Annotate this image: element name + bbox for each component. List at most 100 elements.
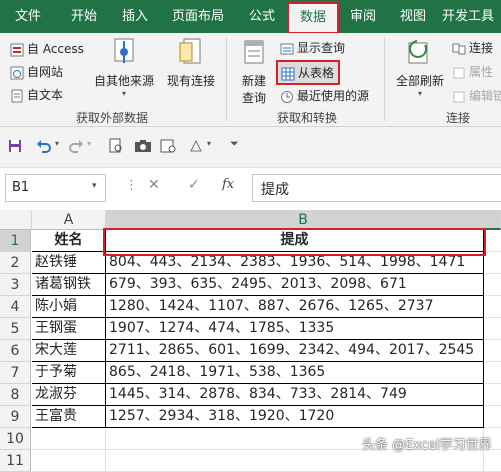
header-cell-name[interactable]: 姓名 [32,230,106,252]
cell-name[interactable]: 龙淑芬 [32,384,106,406]
row-header[interactable]: 9 [0,406,31,428]
from-text-button[interactable]: 自文本 [10,86,63,103]
cell-commission[interactable]: 1280、1424、1107、887、2676、1265、2737 [106,296,484,318]
row-header[interactable]: 11 [0,450,31,472]
tab-developer[interactable]: 开发工具 [442,0,501,33]
from-access-button[interactable]: 自 Access [10,40,84,57]
ribbon-tab-bar: 文件 开始 插入 页面布局 公式 数据 审阅 视图 开发工具 [0,0,501,34]
undo-dropdown-icon[interactable]: ▾ [55,139,59,148]
tab-data[interactable]: 数据 [287,1,339,34]
cell-empty[interactable] [484,362,501,384]
recent-sources-button[interactable]: 最近使用的源 [280,87,369,104]
edit-links-label: 编辑链 [469,89,501,103]
cell-commission[interactable]: 1445、314、2878、834、733、2814、749 [106,384,484,406]
camera-icon[interactable] [134,139,152,153]
formula-bar: B1 ▾ ⋮ ✕ ✓ fx 提成 [0,168,501,206]
ribbon-separator [226,37,227,121]
row-header[interactable]: 6 [0,340,31,362]
tab-page-layout[interactable]: 页面布局 [158,0,238,33]
other-sources-button[interactable]: 自其他来源 ▾ [92,37,156,107]
show-queries-button[interactable]: 显示查询 [280,39,345,56]
tab-formulas[interactable]: 公式 [238,0,286,33]
shapes-icon[interactable] [188,138,204,154]
edit-links-button[interactable]: 编辑链 [452,87,501,104]
row-header[interactable]: 4 [0,296,31,318]
cancel-icon[interactable]: ✕ [148,177,160,193]
form-icon[interactable] [160,138,176,154]
cell-name[interactable]: 于予菊 [32,362,106,384]
cell-empty[interactable] [484,406,501,428]
row-header[interactable]: 8 [0,384,31,406]
cell-empty[interactable] [484,340,501,362]
other-sources-icon [114,38,134,63]
quick-access-toolbar: ▾ ▾ ▾ ⏷ [0,127,501,168]
existing-connections-label: 现有连接 [166,74,215,88]
header-cell-commission[interactable]: 提成 [106,230,484,252]
new-query-button[interactable]: 新建 查询 [232,37,276,107]
column-header-b[interactable]: B [106,210,501,230]
column-header-a[interactable]: A [32,210,106,230]
cell-commission[interactable]: 679、393、635、2495、2013、2098、671 [106,274,484,296]
properties-button[interactable]: 属性 [452,63,493,80]
cell-commission[interactable]: 1257、2934、318、1920、1720 [106,406,484,428]
select-all-corner[interactable] [0,210,32,230]
show-queries-label: 显示查询 [297,41,346,55]
shapes-dropdown-icon[interactable]: ▾ [207,139,211,148]
row-header[interactable]: 3 [0,274,31,296]
cell-commission[interactable]: 1907、1274、474、1785、1335 [106,318,484,340]
undo-icon[interactable] [36,138,52,154]
cell-commission[interactable] [106,450,484,472]
cell-empty[interactable] [484,318,501,340]
from-table-button[interactable]: 从表格 [276,60,341,85]
print-preview-icon[interactable] [108,138,124,154]
row-header[interactable]: 5 [0,318,31,340]
cell-name[interactable] [32,428,106,450]
enter-icon[interactable]: ✓ [188,177,200,193]
watermark: 头条 @Excel学习世界 [362,438,492,453]
refresh-all-label: 全部刷新 [395,74,444,88]
refresh-all-button[interactable]: 全部刷新 ▾ [392,37,448,107]
from-access-label: 自 Access [27,42,84,56]
cell-name[interactable]: 宋大莲 [32,340,106,362]
cell-name[interactable]: 王富贵 [32,406,106,428]
tab-home[interactable]: 开始 [56,0,112,33]
cell-empty[interactable] [484,296,501,318]
cell-empty[interactable] [484,252,501,274]
cell-name[interactable]: 赵铁锤 [32,252,106,274]
cell-empty[interactable] [484,384,501,406]
from-web-button[interactable]: 自网站 [10,63,63,80]
cell-name[interactable]: 诸葛钢铁 [32,274,106,296]
chevron-down-icon: ▾ [121,89,126,98]
formula-input[interactable]: 提成 [252,174,501,202]
redo-icon[interactable] [68,138,84,154]
tab-review[interactable]: 审阅 [340,0,386,33]
customize-toolbar-icon[interactable]: ⏷ [230,137,239,151]
existing-connections-button[interactable]: 现有连接 [162,37,220,107]
cell-commission[interactable]: 804、443、2134、2383、1936、514、1998、1471 [106,252,484,274]
connections-button[interactable]: 连接 [452,39,493,56]
name-box[interactable]: B1 ▾ [5,174,106,202]
tab-data-highlight [287,1,339,34]
tab-view[interactable]: 视图 [390,0,436,33]
row-header[interactable]: 10 [0,428,31,450]
cell-commission[interactable]: 865、2418、1971、538、1365 [106,362,484,384]
tab-insert[interactable]: 插入 [112,0,158,33]
insert-function-icon[interactable]: fx [222,177,234,192]
cell-empty[interactable] [484,230,501,252]
properties-label: 属性 [469,65,494,79]
row-header[interactable]: 1 [0,230,31,252]
cell-empty[interactable] [484,274,501,296]
row-header[interactable]: 2 [0,252,31,274]
redo-dropdown-icon[interactable]: ▾ [87,139,91,148]
cell-name[interactable]: 王钢蛋 [32,318,106,340]
cell-name[interactable] [32,450,106,472]
cell-commission[interactable]: 2711、2865、601、1699、2342、494、2017、2545 [106,340,484,362]
from-text-label: 自文本 [27,88,64,102]
group-label-get-external: 获取外部数据 [76,111,149,125]
save-icon[interactable] [8,139,22,153]
name-box-dropdown-icon[interactable]: ▾ [92,181,97,191]
cell-name[interactable]: 陈小娟 [32,296,106,318]
tab-file[interactable]: 文件 [0,0,56,33]
row-header[interactable]: 7 [0,362,31,384]
cell-empty[interactable] [484,450,501,472]
